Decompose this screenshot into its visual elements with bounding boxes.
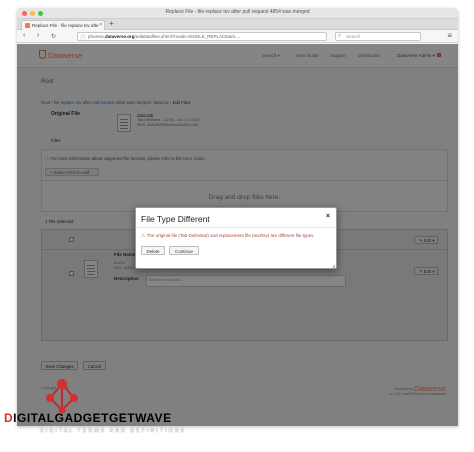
- wm-part2: IGITAL: [13, 411, 55, 425]
- dialog-message-text: The original file (Tab-Delimited) and re…: [146, 233, 315, 238]
- new-tab-button[interactable]: +: [109, 19, 114, 28]
- back-button[interactable]: ‹: [23, 32, 25, 39]
- dialog-divider: [136, 227, 336, 228]
- forward-button[interactable]: ›: [37, 32, 39, 39]
- search-icon: ⌕: [338, 33, 342, 39]
- search-placeholder: Search: [346, 34, 361, 39]
- wm-part3: GADGET: [54, 411, 109, 425]
- reload-button[interactable]: ↻: [51, 33, 56, 40]
- file-type-dialog: File Type Different × ⚠ The original fil…: [135, 207, 337, 269]
- molecule-logo-icon: [46, 379, 78, 414]
- title-bar: Replace File - file replace tsv after pu…: [17, 8, 458, 19]
- close-tab-icon[interactable]: ×: [99, 22, 102, 28]
- continue-button[interactable]: Continue: [169, 246, 199, 255]
- browser-tab[interactable]: Replace File - file replace tsv afte ×: [21, 20, 105, 30]
- window-title: Replace File - file replace tsv after pu…: [165, 9, 310, 15]
- url-prefix: phoenix.: [88, 34, 106, 39]
- url-path: /editdatafiles.xhtml?mode=SINGLE_REPLACE…: [134, 34, 241, 39]
- info-icon: ⓘ: [80, 36, 87, 41]
- watermark: DIGITALGADGETGETWAVE DIGITAL TERMS AND D…: [0, 376, 474, 452]
- resize-handle-icon[interactable]: ◢: [332, 263, 335, 268]
- wm-part1: D: [4, 411, 14, 425]
- wm-part4: GETWAVE: [108, 411, 172, 425]
- delete-button[interactable]: Delete: [141, 246, 165, 255]
- hamburger-menu-icon[interactable]: ≡: [447, 31, 452, 40]
- warning-icon: ⚠: [141, 233, 146, 239]
- tab-label: Replace File - file replace tsv afte: [32, 23, 99, 28]
- close-icon[interactable]: ×: [326, 213, 330, 220]
- url-domain: dataverse.org: [105, 34, 135, 39]
- url-bar[interactable]: ⓘ phoenix.dataverse.org/editdatafiles.xh…: [77, 32, 327, 41]
- browser-search-input[interactable]: ⌕ Search: [335, 32, 421, 41]
- dialog-message: ⚠ The original file (Tab-Delimited) and …: [141, 233, 315, 239]
- dialog-title: File Type Different: [141, 214, 210, 224]
- watermark-text: DIGITALGADGETGETWAVE: [4, 411, 172, 425]
- tab-bar: Replace File - file replace tsv afte × +: [17, 19, 458, 30]
- watermark-subtitle: DIGITAL TERMS AND DEFINITIONS: [40, 428, 187, 434]
- favicon-icon: [25, 23, 30, 28]
- browser-window: Replace File - file replace tsv after pu…: [17, 8, 458, 426]
- nav-bar: ‹ › ↻ ⓘ phoenix.dataverse.org/editdatafi…: [17, 30, 458, 43]
